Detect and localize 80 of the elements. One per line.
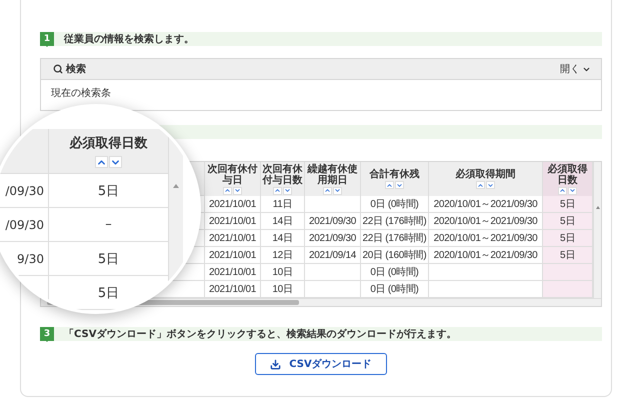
- table-cell: 5日: [543, 247, 593, 264]
- download-icon: [270, 358, 282, 370]
- table-cell: 20日 (160時間): [361, 247, 429, 264]
- table-cell: 0日 (0時間): [361, 264, 429, 281]
- header-label: 次回有休付与日数: [262, 164, 303, 186]
- table-cell: 2020/10/01～2021/09/30: [429, 247, 543, 264]
- step-text: 「CSVダウンロード」ボタンをクリックすると、検索結果のダウンロードが行えます。: [64, 328, 456, 341]
- table-cell: 0日 (0時間): [361, 196, 429, 213]
- table-cell: 5日: [543, 230, 593, 247]
- header-label: 合計有休残: [370, 169, 420, 180]
- sort-down-button[interactable]: [395, 181, 404, 189]
- table-cell: 2021/09/30: [305, 230, 361, 247]
- chevron-up-icon: [274, 187, 281, 194]
- chevron-down-icon: [396, 182, 403, 188]
- expand-toggle[interactable]: 開く: [560, 62, 591, 76]
- table-cell: 2020/10/01～2021/09/30: [429, 230, 543, 247]
- sort-up-button[interactable]: [323, 186, 332, 194]
- table-cell: 10日: [261, 281, 305, 298]
- chevron-up-icon: [224, 187, 231, 194]
- header-label: 必須取得日数: [70, 134, 148, 152]
- table-cell: 2021/09/30: [305, 213, 361, 230]
- search-icon: [53, 64, 63, 74]
- chevron-down-icon: [487, 182, 494, 188]
- sort-down-button[interactable]: [283, 186, 292, 194]
- sort-up-button[interactable]: [273, 186, 282, 194]
- table-cell: 14日: [261, 213, 305, 230]
- table-cell: 10日: [261, 264, 305, 281]
- table-cell: 22日 (176時間): [361, 213, 429, 230]
- table-cell: 2021/10/01: [205, 247, 261, 264]
- sort-down-button[interactable]: [333, 186, 342, 194]
- sort-up-button[interactable]: [223, 186, 232, 194]
- header-label: 繰越有休使用期日: [306, 164, 358, 186]
- table-cell: /09/30: [0, 174, 49, 208]
- table-cell: 2021/10/01: [205, 196, 261, 213]
- table-cell: 2021/10/01: [205, 264, 261, 281]
- table-cell: 22日 (176時間): [361, 230, 429, 247]
- table-cell: 5日: [543, 213, 593, 230]
- table-cell: 12日: [261, 247, 305, 264]
- csv-download-button[interactable]: CSVダウンロード: [255, 353, 387, 375]
- table-cell: –: [49, 208, 169, 242]
- sort-down-button[interactable]: [109, 156, 122, 168]
- panel-title: 検索: [66, 62, 87, 76]
- step-number: 3: [40, 327, 54, 341]
- chevron-up-icon: [559, 187, 566, 194]
- header-label: 必須取得期間: [456, 169, 516, 180]
- table-cell: 5日: [543, 196, 593, 213]
- sort-up-button[interactable]: [385, 181, 394, 189]
- table-cell: 9/30: [0, 242, 49, 276]
- table-cell: 2021/10/01: [205, 281, 261, 298]
- search-summary: 現在の検索条: [51, 86, 111, 100]
- table-cell: 2021/09/14: [305, 247, 361, 264]
- chevron-down-icon: [334, 187, 341, 194]
- sort-down-button[interactable]: [486, 181, 495, 189]
- sort-down-button[interactable]: [568, 186, 577, 194]
- table-cell: 5日: [49, 276, 169, 310]
- step-text: 従業員の情報を検索します。: [64, 32, 194, 46]
- table-cell: 5日: [49, 174, 169, 208]
- sort-up-button[interactable]: [558, 186, 567, 194]
- chevron-down-icon: [284, 187, 291, 194]
- table-cell: 11日: [261, 196, 305, 213]
- chevron-down-icon: [569, 187, 576, 194]
- table-cell: 0日 (0時間): [361, 281, 429, 298]
- header-label: 次回有休付与日: [206, 164, 258, 186]
- sort-up-button[interactable]: [95, 156, 108, 168]
- table-cell: 14日: [261, 230, 305, 247]
- header-label: 必須取得日数: [546, 164, 588, 186]
- chevron-up-icon: [324, 187, 331, 194]
- chevron-up-icon: [477, 182, 484, 188]
- chevron-up-icon: [386, 182, 393, 188]
- sort-down-button[interactable]: [233, 186, 242, 194]
- step-number: 1: [40, 32, 54, 46]
- table-cell: 2021/10/01: [205, 213, 261, 230]
- table-cell: 2020/10/01～2021/09/30: [429, 213, 543, 230]
- table-cell: /09/30: [0, 208, 49, 242]
- sort-up-button[interactable]: [476, 181, 485, 189]
- vertical-scrollbar[interactable]: [593, 162, 601, 298]
- table-cell: 5日: [49, 242, 169, 276]
- table-cell: 2021/10/01: [205, 230, 261, 247]
- chevron-down-icon: [234, 187, 241, 194]
- table-cell: 2020/10/01～2021/09/30: [429, 196, 543, 213]
